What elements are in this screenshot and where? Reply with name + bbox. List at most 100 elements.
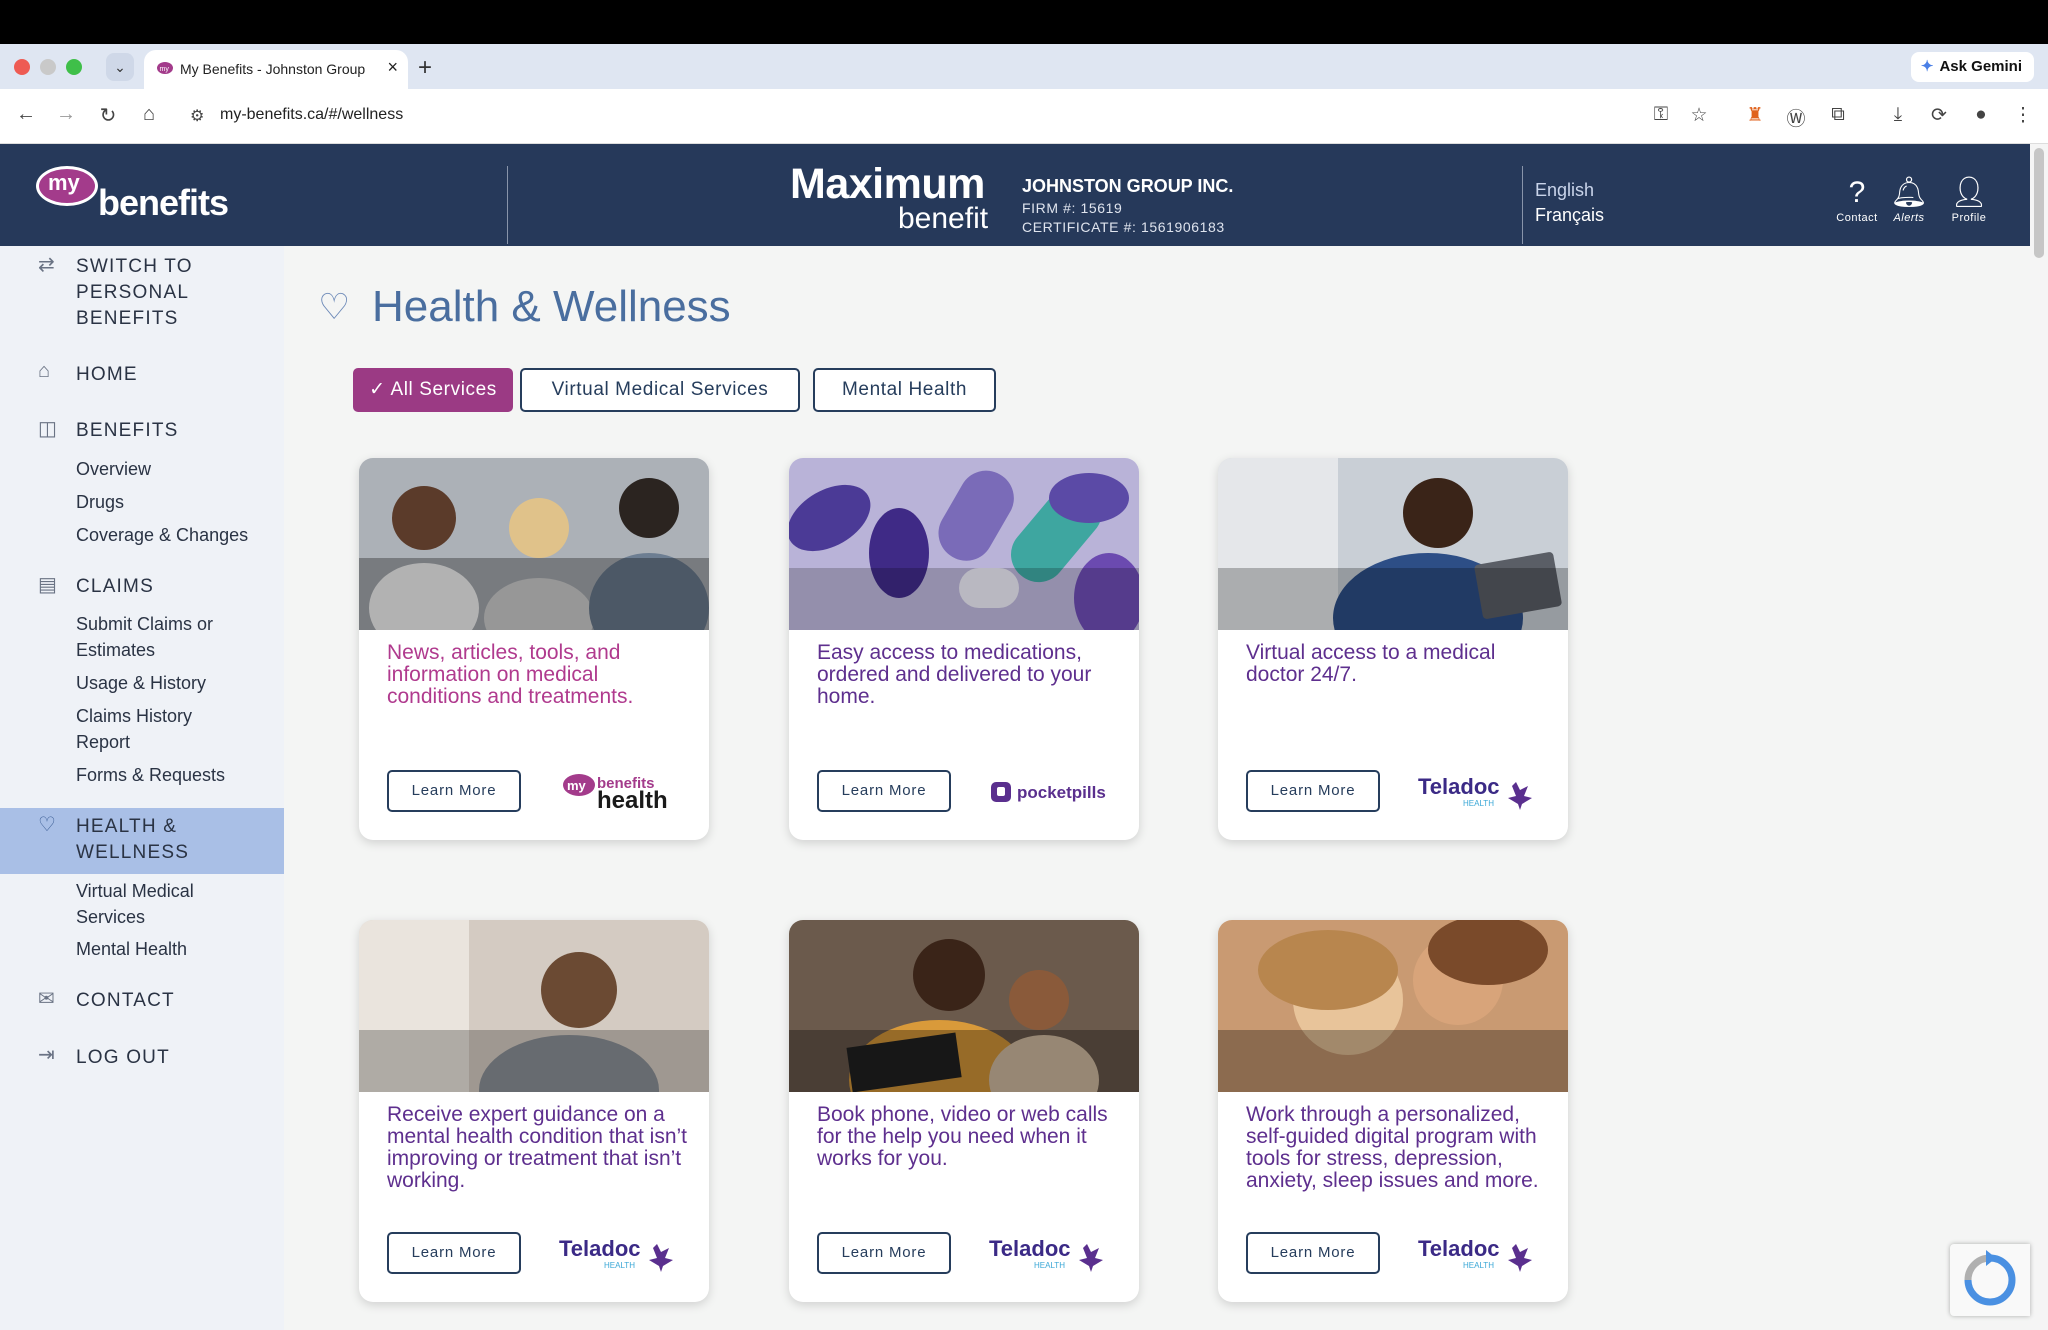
- sidebar-item-benefits[interactable]: BENEFITS: [76, 418, 179, 444]
- url-field[interactable]: ⚙ my-benefits.ca/#/wellness: [180, 97, 1710, 135]
- url-text: my-benefits.ca/#/wellness: [220, 106, 404, 123]
- user-icon: 👤︎: [1949, 176, 1989, 209]
- switch-to-personal-benefits-link[interactable]: SWITCH TO PERSONAL BENEFITS: [76, 254, 193, 332]
- learn-more-button[interactable]: Learn More: [1246, 1232, 1380, 1274]
- sidebar-item-forms-requests[interactable]: Forms & Requests: [76, 762, 225, 788]
- card-description: Work through a personalized, self-guided…: [1246, 1103, 1539, 1192]
- site-header: my benefits Maximum benefit JOHNSTON GRO…: [0, 144, 2048, 246]
- sidebar-item-contact[interactable]: CONTACT: [76, 988, 175, 1014]
- screen-top-bar: [0, 0, 2048, 44]
- tab-title: My Benefits - Johnston Group: [180, 61, 366, 77]
- sidebar-item-claims-history-report[interactable]: Claims History Report: [76, 703, 192, 755]
- firm-number: FIRM #: 15619: [1022, 200, 1123, 216]
- sync-icon[interactable]: ⟳: [1926, 104, 1952, 127]
- card-photo-father-child: [789, 920, 1139, 1092]
- sidebar-item-coverage[interactable]: Coverage & Changes: [76, 522, 248, 548]
- mybenefits-health-logo: my benefits health: [563, 774, 668, 812]
- wordpress-extension-icon[interactable]: Ⓦ: [1783, 104, 1809, 131]
- extension-icon[interactable]: ♜: [1742, 104, 1768, 127]
- chevron-down-icon: ⌄: [114, 59, 126, 75]
- maximize-window-button[interactable]: [66, 59, 82, 75]
- card-photo-woman-laptop: [359, 920, 709, 1092]
- sidebar-item-claims[interactable]: CLAIMS: [76, 574, 154, 600]
- sidebar-item-virtual-medical[interactable]: Virtual Medical Services: [76, 878, 194, 930]
- page-title: Health & Wellness: [372, 282, 731, 331]
- certificate-number: CERTIFICATE #: 1561906183: [1022, 219, 1225, 235]
- service-card-mental-health-navigator: Mental Health Navigator Receive expert g…: [359, 920, 709, 1302]
- home-icon[interactable]: ⌂: [136, 103, 162, 126]
- filter-mental-health[interactable]: Mental Health: [813, 368, 996, 412]
- sidebar: ⇄ SWITCH TO PERSONAL BENEFITS ⌂ HOME ◫ B…: [0, 246, 284, 1330]
- recaptcha-icon: [1964, 1250, 2016, 1306]
- sidebar-item-mental-health[interactable]: Mental Health: [76, 936, 187, 962]
- logo-benefits-text[interactable]: benefits: [98, 182, 229, 224]
- teladoc-health-logo: Teladoc HEALTH: [1418, 1236, 1532, 1272]
- svg-text:health: health: [597, 787, 668, 812]
- bell-icon: 🔔︎: [1889, 176, 1929, 209]
- sidebar-item-drugs[interactable]: Drugs: [76, 489, 124, 515]
- sidebar-item-submit-claims[interactable]: Submit Claims or Estimates: [76, 611, 213, 663]
- card-description: Virtual access to a medical doctor 24/7.: [1246, 641, 1496, 686]
- site-settings-icon[interactable]: ⚙: [190, 106, 204, 126]
- password-key-icon[interactable]: ⚿: [1648, 104, 1674, 126]
- reload-icon[interactable]: ↻: [95, 103, 121, 128]
- learn-more-button[interactable]: Learn More: [387, 1232, 521, 1274]
- filter-virtual-medical-services[interactable]: Virtual Medical Services: [520, 368, 800, 412]
- contact-button[interactable]: ? Contact: [1832, 174, 1882, 224]
- svg-text:Teladoc: Teladoc: [1418, 1236, 1500, 1261]
- tab-search-button[interactable]: ⌄: [106, 53, 134, 81]
- filter-all-services[interactable]: ✓ All Services: [353, 368, 513, 412]
- bookmark-star-icon[interactable]: ☆: [1686, 104, 1712, 127]
- minimize-window-button[interactable]: [40, 59, 56, 75]
- gemini-sparkle-icon: ✦: [1920, 58, 1934, 75]
- learn-more-button[interactable]: Learn More: [1246, 770, 1380, 812]
- language-french-link[interactable]: Français: [1535, 205, 1604, 226]
- logo-my-text: my: [48, 170, 80, 195]
- main-content: ♡ Health & Wellness ✓ All Services Virtu…: [284, 246, 2030, 1330]
- extensions-puzzle-icon[interactable]: ⧉: [1825, 104, 1851, 126]
- heart-icon: ♡: [318, 286, 351, 327]
- svg-text:Teladoc: Teladoc: [989, 1236, 1071, 1261]
- question-icon: ?: [1848, 176, 1866, 209]
- sidebar-item-health-wellness[interactable]: HEALTH & WELLNESS: [76, 814, 189, 866]
- address-bar-row: ← → ↻ ⌂ ⚙ my-benefits.ca/#/wellness ⚿ ☆ …: [0, 89, 2048, 144]
- card-description: News, articles, tools, and information o…: [387, 641, 634, 708]
- teladoc-health-logo: Teladoc HEALTH: [989, 1236, 1103, 1272]
- account-avatar-icon[interactable]: ●: [1968, 104, 1994, 126]
- learn-more-button[interactable]: Learn More: [387, 770, 521, 812]
- card-description: Easy access to medications, ordered and …: [817, 641, 1092, 708]
- sidebar-item-usage-history[interactable]: Usage & History: [76, 670, 206, 696]
- forward-icon[interactable]: →: [53, 103, 79, 126]
- card-photo-pills: [789, 458, 1139, 630]
- new-tab-button[interactable]: +: [418, 54, 432, 82]
- logout-icon: ⇥: [38, 1044, 55, 1066]
- browser-tab[interactable]: my My Benefits - Johnston Group ×: [144, 50, 408, 89]
- sidebar-item-overview[interactable]: Overview: [76, 456, 151, 482]
- pocketpills-logo: pocketpills: [991, 782, 1106, 802]
- close-window-button[interactable]: [14, 59, 30, 75]
- mybenefits-favicon-icon: my: [157, 62, 173, 74]
- download-icon[interactable]: ⤓: [1885, 104, 1911, 126]
- alerts-button[interactable]: 🔔︎ Alerts: [1884, 174, 1934, 224]
- learn-more-button[interactable]: Learn More: [817, 1232, 951, 1274]
- card-description: Book phone, video or web calls for the h…: [817, 1103, 1108, 1170]
- ask-gemini-button[interactable]: ✦ Ask Gemini: [1910, 52, 2034, 82]
- svg-text:my: my: [160, 66, 170, 73]
- profile-button[interactable]: 👤︎ Profile: [1944, 174, 1994, 224]
- header-divider: [507, 166, 508, 244]
- back-icon[interactable]: ←: [13, 103, 39, 126]
- card-description: Receive expert guidance on a mental heal…: [387, 1103, 688, 1192]
- page-scrollbar[interactable]: [2030, 144, 2048, 1330]
- service-card-full-service-pharmacy: Full-Service Pharmacy Easy access to med…: [789, 458, 1139, 840]
- card-photo-hug: [1218, 920, 1568, 1092]
- language-english-link[interactable]: English: [1535, 180, 1594, 201]
- svg-text:HEALTH: HEALTH: [1463, 799, 1494, 808]
- sidebar-item-logout[interactable]: LOG OUT: [76, 1045, 170, 1071]
- sidebar-item-home[interactable]: HOME: [76, 362, 138, 388]
- close-tab-icon[interactable]: ×: [387, 57, 398, 78]
- scrollbar-thumb[interactable]: [2034, 148, 2044, 258]
- learn-more-button[interactable]: Learn More: [817, 770, 951, 812]
- svg-text:HEALTH: HEALTH: [1034, 1261, 1065, 1270]
- recaptcha-badge[interactable]: [1950, 1244, 2030, 1316]
- browser-menu-icon[interactable]: ⋮: [2010, 104, 2036, 127]
